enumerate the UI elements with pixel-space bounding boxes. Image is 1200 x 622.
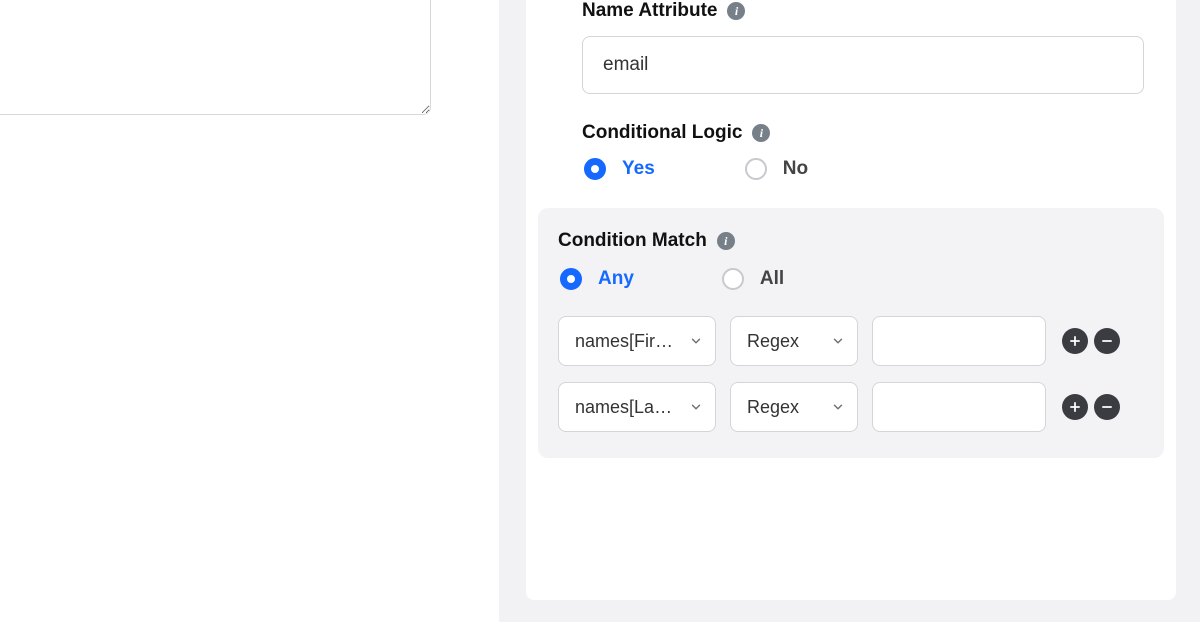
select-text: Regex [747, 331, 819, 352]
info-icon[interactable]: i [717, 232, 735, 250]
condition-match-label-row: Condition Match i [558, 230, 1144, 252]
condition-operator-select[interactable]: Regex [730, 382, 858, 432]
conditional-logic-yes[interactable]: Yes [584, 158, 655, 180]
chevron-down-icon [689, 334, 703, 348]
add-condition-button[interactable] [1062, 328, 1088, 354]
condition-match-panel: Condition Match i Any All names[First Na… [538, 208, 1164, 458]
radio-dot-icon [722, 268, 744, 290]
condition-match-all[interactable]: All [722, 268, 784, 290]
add-condition-button[interactable] [1062, 394, 1088, 420]
conditional-logic-section: Conditional Logic i Yes No [526, 122, 1176, 180]
radio-label: Any [598, 268, 634, 290]
condition-match-radio-row: Any All [558, 268, 1144, 290]
plus-icon [1068, 400, 1082, 414]
select-text: names[First Name] [575, 331, 677, 352]
name-attribute-label: Name Attribute [582, 0, 717, 22]
condition-match-label: Condition Match [558, 230, 707, 252]
settings-panel: Name Attribute i Conditional Logic i Yes… [526, 0, 1176, 600]
content-textarea[interactable] [0, 0, 431, 115]
plus-icon [1068, 334, 1082, 348]
conditional-logic-label-row: Conditional Logic i [582, 122, 1144, 144]
condition-field-select[interactable]: names[First Name] [558, 316, 716, 366]
select-text: names[Last Name] [575, 397, 677, 418]
remove-condition-button[interactable] [1094, 394, 1120, 420]
condition-row-actions [1062, 394, 1120, 420]
minus-icon [1100, 334, 1114, 348]
remove-condition-button[interactable] [1094, 328, 1120, 354]
condition-operator-select[interactable]: Regex [730, 316, 858, 366]
stage: Name Attribute i Conditional Logic i Yes… [0, 0, 1200, 622]
radio-label: No [783, 158, 808, 180]
chevron-down-icon [689, 400, 703, 414]
condition-value-input[interactable] [872, 316, 1046, 366]
name-attribute-section: Name Attribute i [526, 0, 1176, 94]
radio-label: All [760, 268, 784, 290]
radio-dot-icon [745, 158, 767, 180]
condition-value-input[interactable] [872, 382, 1046, 432]
radio-label: Yes [622, 158, 655, 180]
condition-row-actions [1062, 328, 1120, 354]
info-icon[interactable]: i [752, 124, 770, 142]
condition-row: names[Last Name] Regex [558, 382, 1144, 432]
select-text: Regex [747, 397, 819, 418]
name-attribute-label-row: Name Attribute i [582, 0, 1144, 22]
info-icon[interactable]: i [727, 2, 745, 20]
conditional-logic-label: Conditional Logic [582, 122, 742, 144]
condition-row: names[First Name] Regex [558, 316, 1144, 366]
condition-field-select[interactable]: names[Last Name] [558, 382, 716, 432]
condition-match-any[interactable]: Any [560, 268, 634, 290]
minus-icon [1100, 400, 1114, 414]
name-attribute-input[interactable] [582, 36, 1144, 94]
radio-dot-icon [584, 158, 606, 180]
conditional-logic-no[interactable]: No [745, 158, 808, 180]
chevron-down-icon [831, 400, 845, 414]
radio-dot-icon [560, 268, 582, 290]
chevron-down-icon [831, 334, 845, 348]
conditional-logic-radio-row: Yes No [582, 158, 1144, 180]
